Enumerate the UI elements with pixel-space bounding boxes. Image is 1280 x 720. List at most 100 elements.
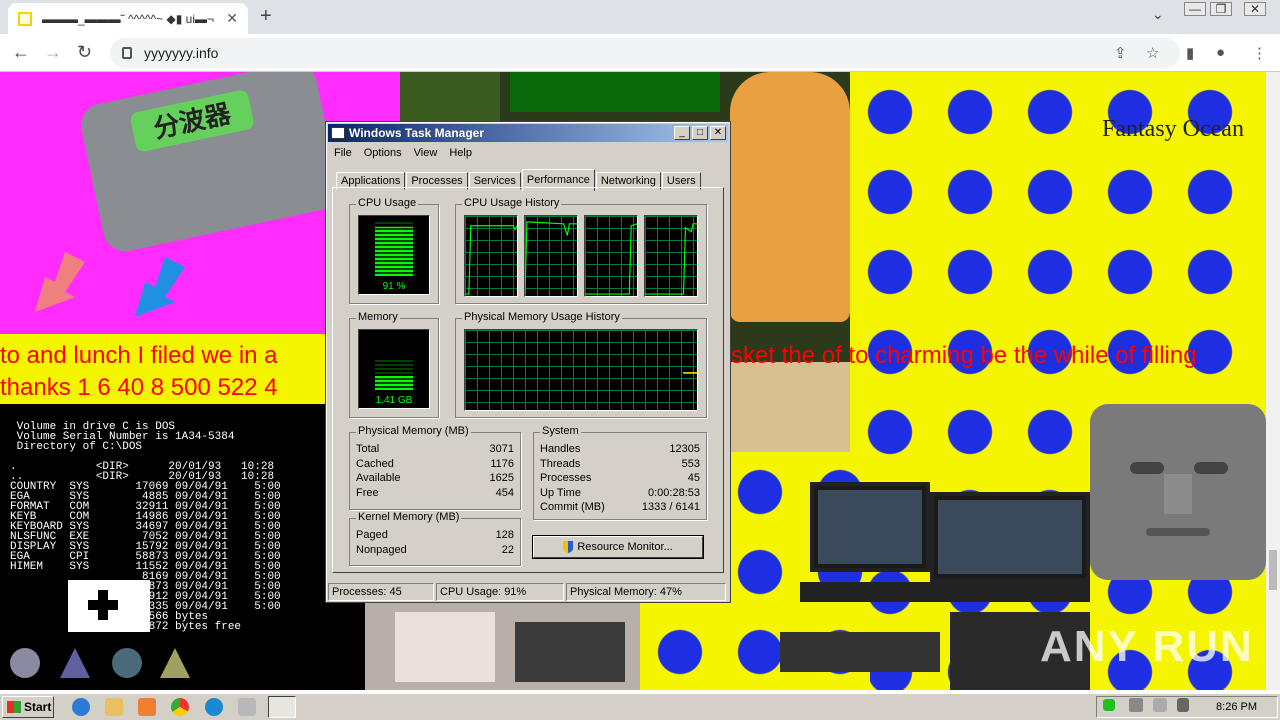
kernel-memory-stats-title: Kernel Memory (MB)	[356, 511, 462, 523]
stat-value: 1625	[489, 472, 514, 484]
medical-cross-icon	[88, 590, 118, 620]
tab-close-icon[interactable]: ✕	[226, 10, 238, 27]
forward-arrow-icon[interactable]: →	[44, 42, 62, 63]
pink-arrow-icon	[35, 252, 85, 312]
pixel-block	[510, 72, 720, 112]
orb-desktop-icon[interactable]	[112, 648, 142, 678]
stat-processes-row: Processes 45	[540, 472, 700, 484]
task-manager-app-icon	[331, 127, 345, 139]
cpu-usage-meter: 91 %	[358, 215, 430, 295]
tray-status-icon[interactable]	[1103, 699, 1115, 711]
taskbar-clock[interactable]: 8:26 PM	[1216, 701, 1257, 713]
head-mouth	[1146, 528, 1210, 536]
red-scroll-text-2: thanks 1 6 40 8 500 522 4	[0, 374, 278, 401]
profile-avatar-icon[interactable]: ●	[1216, 44, 1225, 61]
globe-desktop-icon[interactable]	[10, 648, 40, 678]
internet-explorer-icon[interactable]	[72, 698, 90, 716]
menu-view[interactable]: View	[408, 144, 444, 162]
pixel-block	[730, 362, 850, 452]
media-player-icon[interactable]	[138, 698, 156, 716]
stat-label: Total	[356, 443, 380, 455]
chrome-icon[interactable]	[171, 698, 189, 716]
task-manager-titlebar[interactable]: Windows Task Manager _ □ ✕	[328, 124, 728, 142]
cpu-usage-group: CPU Usage 91 %	[349, 197, 439, 304]
keyboard	[780, 632, 940, 672]
address-bar[interactable]: yyyyyyy.info	[110, 38, 1180, 68]
performance-panel: CPU Usage 91 % CPU Usage History Memory …	[332, 187, 724, 573]
page-favicon-icon	[18, 11, 32, 26]
uac-shield-icon	[563, 541, 574, 554]
stat-label: Commit (MB)	[540, 501, 605, 513]
edge-icon[interactable]	[205, 698, 223, 716]
share-icon[interactable]: ⇪	[1114, 44, 1127, 62]
volume-icon[interactable]	[1129, 698, 1143, 712]
cpu-history-graph-core-3	[584, 215, 638, 297]
system-stats-title: System	[540, 425, 581, 437]
tm-minimize-button[interactable]: _	[674, 126, 690, 140]
address-url[interactable]: yyyyyyy.info	[144, 45, 218, 61]
cpu-history-graph-core-4	[644, 215, 698, 297]
monitor-screen	[818, 490, 922, 564]
task-manager-taskbar-button[interactable]	[268, 696, 296, 718]
side-panel-icon[interactable]: ▮	[1186, 44, 1194, 62]
action-center-flag-icon[interactable]	[1177, 698, 1189, 712]
physical-memory-stats-title: Physical Memory (MB)	[356, 425, 471, 437]
monitor-right	[930, 492, 1090, 582]
recycle-bin-icon[interactable]	[238, 698, 256, 716]
cpu-history-label: CPU Usage History	[462, 197, 562, 209]
start-button[interactable]: Start	[2, 696, 54, 718]
head-eye	[1194, 462, 1228, 474]
bookmark-star-icon[interactable]: ☆	[1146, 44, 1159, 62]
physical-memory-history-graph	[464, 329, 698, 411]
stat-value: 0:00:28:53	[648, 487, 700, 499]
back-arrow-icon[interactable]: ←	[12, 42, 30, 63]
stat-label: Available	[356, 472, 401, 484]
stat-label: Paged	[356, 529, 388, 541]
stat-label: Handles	[540, 443, 581, 455]
stat-uptime-row: Up Time 0:00:28:53	[540, 487, 700, 499]
network-icon[interactable]	[1153, 698, 1167, 712]
menu-help[interactable]: Help	[443, 144, 478, 162]
file-explorer-icon[interactable]	[105, 698, 123, 716]
tm-maximize-button[interactable]: □	[692, 126, 708, 140]
reload-icon[interactable]: ↻	[77, 42, 92, 63]
new-tab-button[interactable]: +	[260, 5, 272, 28]
browser-tab[interactable]: ▬▬▬_▬▬▬˜ ^^^^^~ ◆▮ ui▬¬ ✕	[8, 3, 248, 34]
page-scrollbar[interactable]	[1266, 72, 1280, 690]
blue-arrow-icon	[135, 257, 185, 317]
close-window-button[interactable]: ✕	[1244, 2, 1266, 16]
stat-commit-row: Commit (MB) 1333 / 6141	[540, 501, 700, 513]
stat-label: Processes	[540, 472, 592, 484]
monitor-screen	[938, 500, 1082, 574]
lock-icon[interactable]	[122, 47, 132, 59]
cpu-history-line	[525, 221, 577, 295]
desk-surface	[800, 582, 1090, 602]
stat-value: 12305	[669, 443, 700, 455]
menu-file[interactable]: File	[328, 144, 358, 162]
resource-monitor-button[interactable]: Resource Monitor...	[533, 536, 703, 558]
task-manager-statusbar: Processes: 45 CPU Usage: 91% Physical Me…	[328, 583, 728, 601]
photo-block	[395, 612, 495, 682]
menu-kebab-icon[interactable]: ⋮	[1252, 44, 1267, 62]
browser-tab-strip: ▬▬▬_▬▬▬˜ ^^^^^~ ◆▮ ui▬¬ ✕ + ⌄ — ❐ ✕	[0, 0, 1280, 34]
stat-value: 3071	[489, 443, 514, 455]
restore-window-button[interactable]: ❐	[1210, 2, 1232, 16]
memory-history-line	[683, 372, 697, 374]
stat-value: 1333 / 6141	[641, 501, 700, 513]
menu-options[interactable]: Options	[358, 144, 408, 162]
garbage-photo	[365, 602, 640, 690]
stat-label: Free	[356, 487, 379, 499]
system-tray: 8:26 PM	[1096, 696, 1278, 718]
cpu-history-group: CPU Usage History	[455, 197, 707, 304]
ambulance-icon	[68, 580, 150, 632]
status-physical-memory: Physical Memory: 47%	[566, 583, 726, 601]
tm-close-button[interactable]: ✕	[710, 126, 726, 140]
anyrun-watermark: ANY RUN	[1040, 622, 1254, 671]
scrollbar-thumb[interactable]	[1269, 550, 1277, 590]
resource-monitor-label: Resource Monitor...	[577, 541, 673, 553]
tab-search-chevron-icon[interactable]: ⌄	[1152, 6, 1164, 23]
start-label: Start	[24, 700, 52, 714]
cpu-history-line	[465, 225, 517, 295]
monitor-left	[810, 482, 930, 572]
minimize-window-button[interactable]: —	[1184, 2, 1206, 16]
